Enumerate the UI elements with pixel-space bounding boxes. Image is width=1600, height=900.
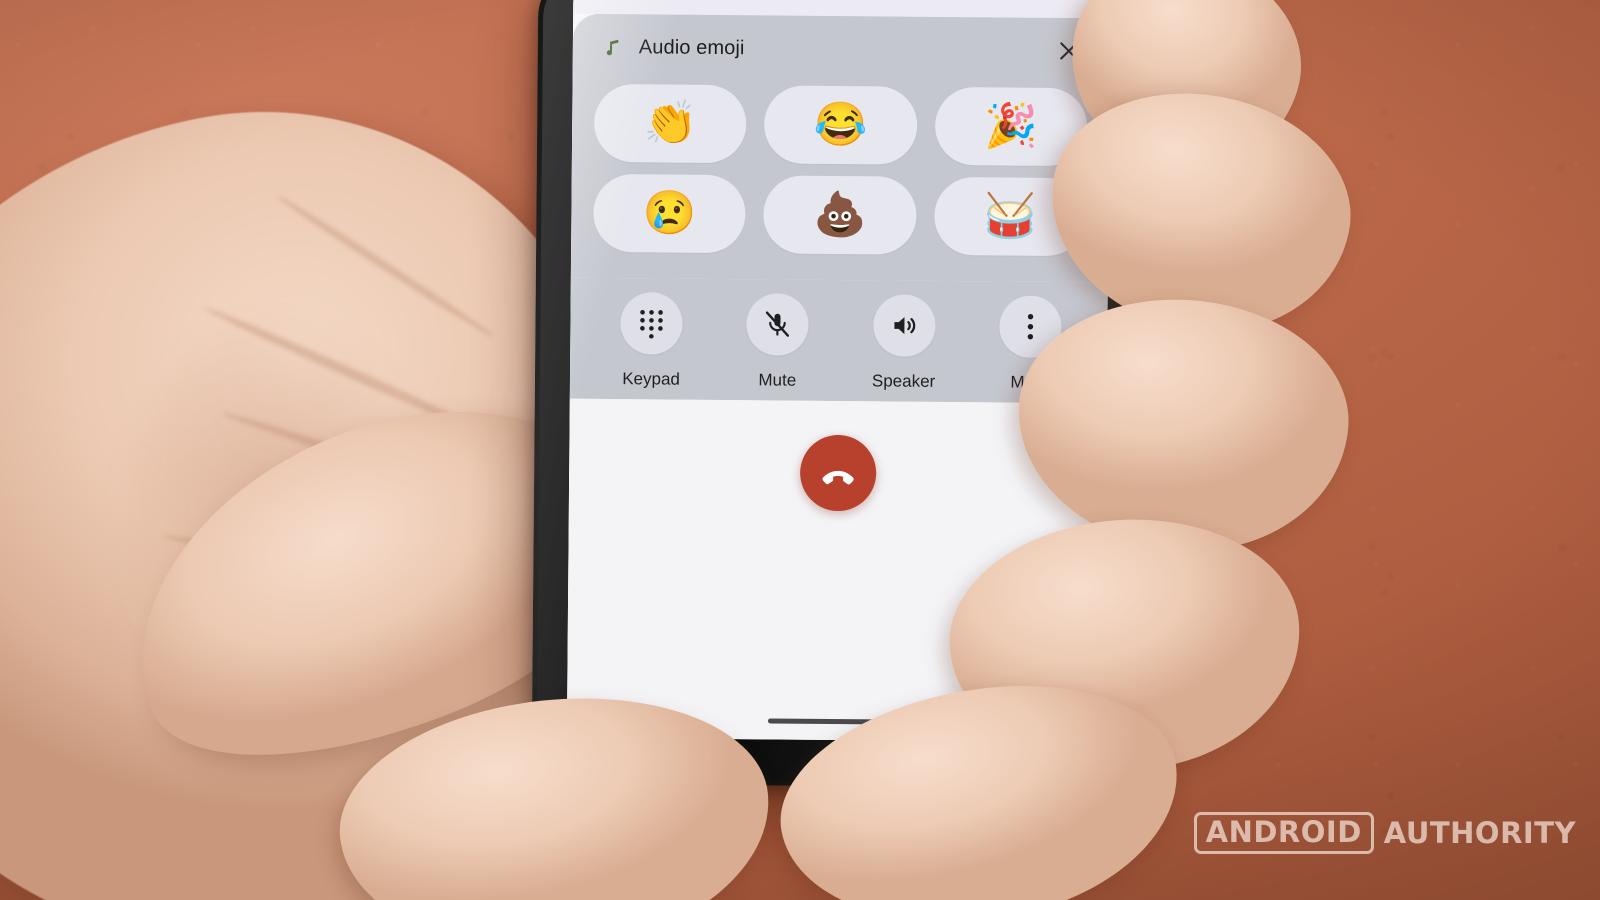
watermark: ANDROID AUTHORITY	[1193, 812, 1576, 854]
screenshot-scene: Audio emoji 👏 😂 🎉 😢 💩 🥁 Keypad Mute Spea…	[0, 0, 1600, 900]
watermark-android: ANDROID	[1205, 815, 1362, 849]
watermark-authority: AUTHORITY	[1383, 815, 1576, 850]
finger	[1009, 288, 1357, 562]
fingers-overlay	[0, 0, 1600, 900]
finger	[328, 678, 782, 900]
watermark-box: ANDROID	[1193, 812, 1374, 854]
